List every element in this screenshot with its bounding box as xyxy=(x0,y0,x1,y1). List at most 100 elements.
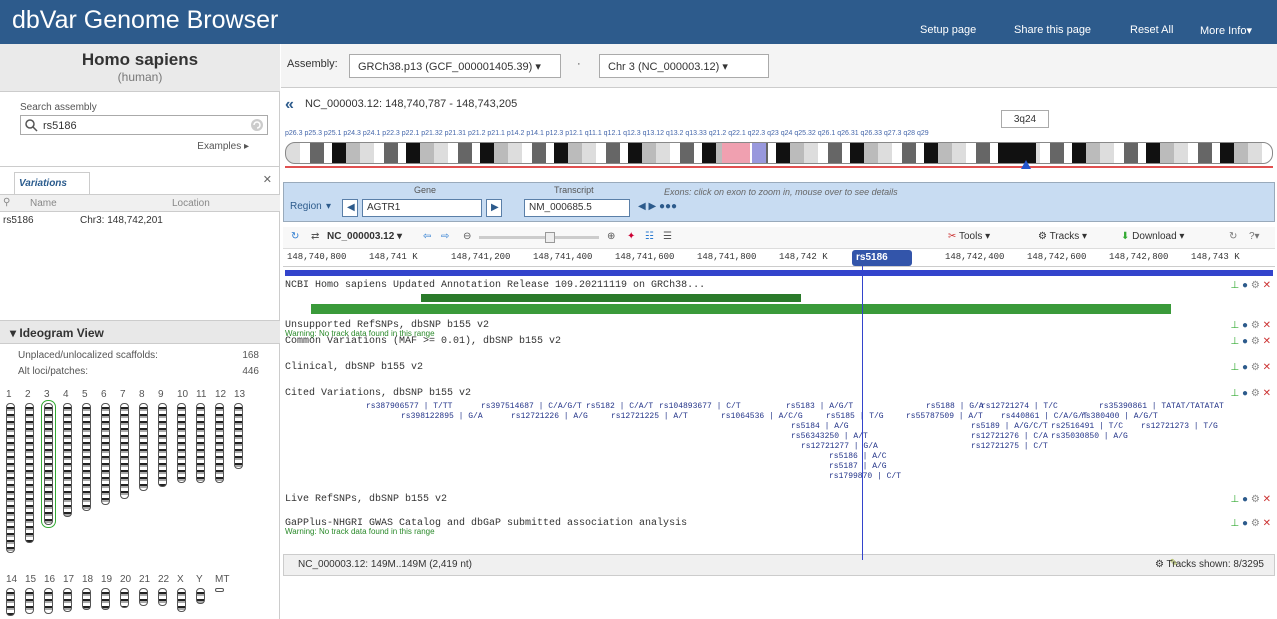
gear-icon[interactable]: ⚙ xyxy=(1251,388,1260,399)
config-icon[interactable]: ☷ xyxy=(645,231,654,242)
chromosome-21-ideogram[interactable] xyxy=(139,588,148,606)
column-location[interactable]: Location xyxy=(172,198,210,209)
chromosome-19-ideogram[interactable] xyxy=(101,588,110,610)
snp-label[interactable]: rs56343250 | A/T xyxy=(791,432,868,441)
gear-icon[interactable]: ⚙ xyxy=(1251,336,1260,347)
chromosome-10-ideogram[interactable] xyxy=(177,403,186,483)
chromosome-20-ideogram[interactable] xyxy=(120,588,129,608)
track-controls[interactable]: ⊥ ● ⚙ ✕ xyxy=(1231,388,1271,399)
close-icon[interactable]: ✕ xyxy=(1263,320,1271,331)
chromosome-Y-ideogram[interactable] xyxy=(196,588,205,604)
info-icon[interactable]: ● xyxy=(1242,336,1248,347)
snp-label[interactable]: rs104893677 | C/T xyxy=(659,402,741,411)
close-icon[interactable]: ✕ xyxy=(1263,518,1271,529)
column-name[interactable]: Name xyxy=(30,198,57,209)
chromosome-14-ideogram[interactable] xyxy=(6,588,15,616)
cursor-line[interactable] xyxy=(862,250,863,560)
pan-right-icon[interactable]: ⇨ xyxy=(441,231,449,242)
info-icon[interactable]: ● xyxy=(1242,362,1248,373)
info-icon[interactable]: ● xyxy=(1242,518,1248,529)
track-settings-icon[interactable]: ⊥ xyxy=(1231,388,1240,399)
reload-icon[interactable]: ↻ xyxy=(1229,231,1237,242)
zoom-out-icon[interactable]: ⊖ xyxy=(463,231,471,242)
help-icon[interactable]: ?▾ xyxy=(1249,231,1260,242)
chromosome-22-ideogram[interactable] xyxy=(158,588,167,606)
track-controls[interactable]: ⊥ ● ⚙ ✕ xyxy=(1231,494,1271,505)
gear-icon[interactable]: ⚙ xyxy=(1251,362,1260,373)
info-icon[interactable]: ● xyxy=(1242,320,1248,331)
snp-label[interactable]: rs398122895 | G/A xyxy=(401,412,483,421)
chromosome-9-ideogram[interactable] xyxy=(158,403,167,487)
track-title[interactable]: Live RefSNPs, dbSNP b155 v2 xyxy=(285,494,447,505)
clear-search-icon[interactable] xyxy=(250,118,264,132)
close-icon[interactable]: ✕ xyxy=(1263,494,1271,505)
track-settings-icon[interactable]: ⊥ xyxy=(1231,320,1240,331)
close-icon[interactable]: ✕ xyxy=(1263,280,1271,291)
track-title[interactable]: Clinical, dbSNP b155 v2 xyxy=(285,362,423,373)
exon-nav-icon[interactable]: ◀ ▶ ●●● xyxy=(638,201,677,212)
accession-menu[interactable]: NC_000003.12 ▾ xyxy=(327,231,402,242)
gene-model[interactable] xyxy=(311,304,1171,314)
snp-label[interactable]: rs12721274 | T/C xyxy=(981,402,1058,411)
snp-label[interactable]: rs1799870 | C/T xyxy=(829,472,901,481)
snp-label[interactable]: rs5182 | C/A/T xyxy=(586,402,653,411)
snp-label[interactable]: rs440861 | C/A/G/T xyxy=(1001,412,1087,421)
snp-label[interactable]: rs5187 | A/G xyxy=(829,462,887,471)
info-icon[interactable]: ● xyxy=(1242,280,1248,291)
snp-label[interactable]: rs5185 | T/G xyxy=(826,412,884,421)
track-controls[interactable]: ⊥ ● ⚙ ✕ xyxy=(1231,336,1271,347)
snp-label[interactable]: rs397514687 | C/A/G/T xyxy=(481,402,582,411)
track-controls[interactable]: ⊥ ● ⚙ ✕ xyxy=(1231,518,1271,529)
snp-label[interactable]: rs12721275 | C/T xyxy=(971,442,1048,451)
tracks-menu[interactable]: ⚙ Tracks ▾ xyxy=(1038,231,1087,242)
setup-page-link[interactable]: Setup page xyxy=(920,24,976,36)
chromosome-ideogram[interactable]: p26.3 p25.3 p25.1 p24.3 p24.1 p22.3 p22.… xyxy=(285,130,1273,180)
snp-label[interactable]: rs35030850 | A/G xyxy=(1051,432,1128,441)
snp-label[interactable]: rs12721226 | A/G xyxy=(511,412,588,421)
track-settings-icon[interactable]: ⊥ xyxy=(1231,336,1240,347)
link-icon[interactable]: ⇄ xyxy=(311,231,319,242)
chromosome-12-ideogram[interactable] xyxy=(215,403,224,483)
close-icon[interactable]: ✕ xyxy=(263,173,272,186)
snp-label[interactable]: rs387906577 | T/TT xyxy=(366,402,452,411)
chromosome-X-ideogram[interactable] xyxy=(177,588,186,612)
info-icon[interactable]: ● xyxy=(1242,388,1248,399)
snp-label[interactable]: rs5184 | A/G xyxy=(791,422,849,431)
chromosome-2-ideogram[interactable] xyxy=(25,403,34,543)
gear-icon[interactable]: ⚙ xyxy=(1251,280,1260,291)
marker-icon[interactable]: ✦ xyxy=(627,231,635,242)
track-title[interactable]: Common Variations (MAF >= 0.01), dbSNP b… xyxy=(285,336,561,347)
snp-label[interactable]: rs5183 | A/G/T xyxy=(786,402,853,411)
more-info-menu[interactable]: More Info▾ xyxy=(1200,24,1252,37)
examples-link[interactable]: Examples ▸ xyxy=(197,141,249,152)
assembly-select[interactable]: GRCh38.p13 (GCF_000001405.39) ▾ xyxy=(349,54,561,78)
chromosome-1-ideogram[interactable] xyxy=(6,403,15,553)
snp-label[interactable]: rs5189 | A/G/C/T xyxy=(971,422,1048,431)
chromosome-17-ideogram[interactable] xyxy=(63,588,72,612)
chromosome-13-ideogram[interactable] xyxy=(234,403,243,469)
gear-icon[interactable]: ⚙ xyxy=(1251,494,1260,505)
chromosome-select[interactable]: Chr 3 (NC_000003.12) ▾ xyxy=(599,54,769,78)
ideogram-view-header[interactable]: ▾ Ideogram View xyxy=(0,320,280,344)
chromosome-15-ideogram[interactable] xyxy=(25,588,34,614)
snp-label[interactable]: rs12721225 | A/T xyxy=(611,412,688,421)
gear-icon[interactable]: ⚙ xyxy=(1251,320,1260,331)
chromosome-5-ideogram[interactable] xyxy=(82,403,91,511)
track-controls[interactable]: ⊥ ● ⚙ ✕ xyxy=(1231,362,1271,373)
close-icon[interactable]: ✕ xyxy=(1263,336,1271,347)
chromosome-8-ideogram[interactable] xyxy=(139,403,148,491)
share-page-link[interactable]: Share this page xyxy=(1014,24,1091,36)
snp-label[interactable]: rs5188 | G/A xyxy=(926,402,984,411)
chromosome-MT-ideogram[interactable] xyxy=(215,588,224,592)
snp-label[interactable]: rs2516491 | T/C xyxy=(1051,422,1123,431)
chromosome-11-ideogram[interactable] xyxy=(196,403,205,483)
close-icon[interactable]: ✕ xyxy=(1263,388,1271,399)
chromosome-18-ideogram[interactable] xyxy=(82,588,91,610)
track-settings-icon[interactable]: ⊥ xyxy=(1231,494,1240,505)
gene-exon[interactable] xyxy=(421,294,801,302)
tools-menu[interactable]: ✂ Tools ▾ xyxy=(948,231,990,242)
info-icon[interactable]: ● xyxy=(1242,494,1248,505)
chromosome-3-ideogram[interactable] xyxy=(41,400,56,528)
snp-label[interactable]: rs5186 | A/C xyxy=(829,452,887,461)
tab-variations[interactable]: Variations xyxy=(14,172,90,194)
